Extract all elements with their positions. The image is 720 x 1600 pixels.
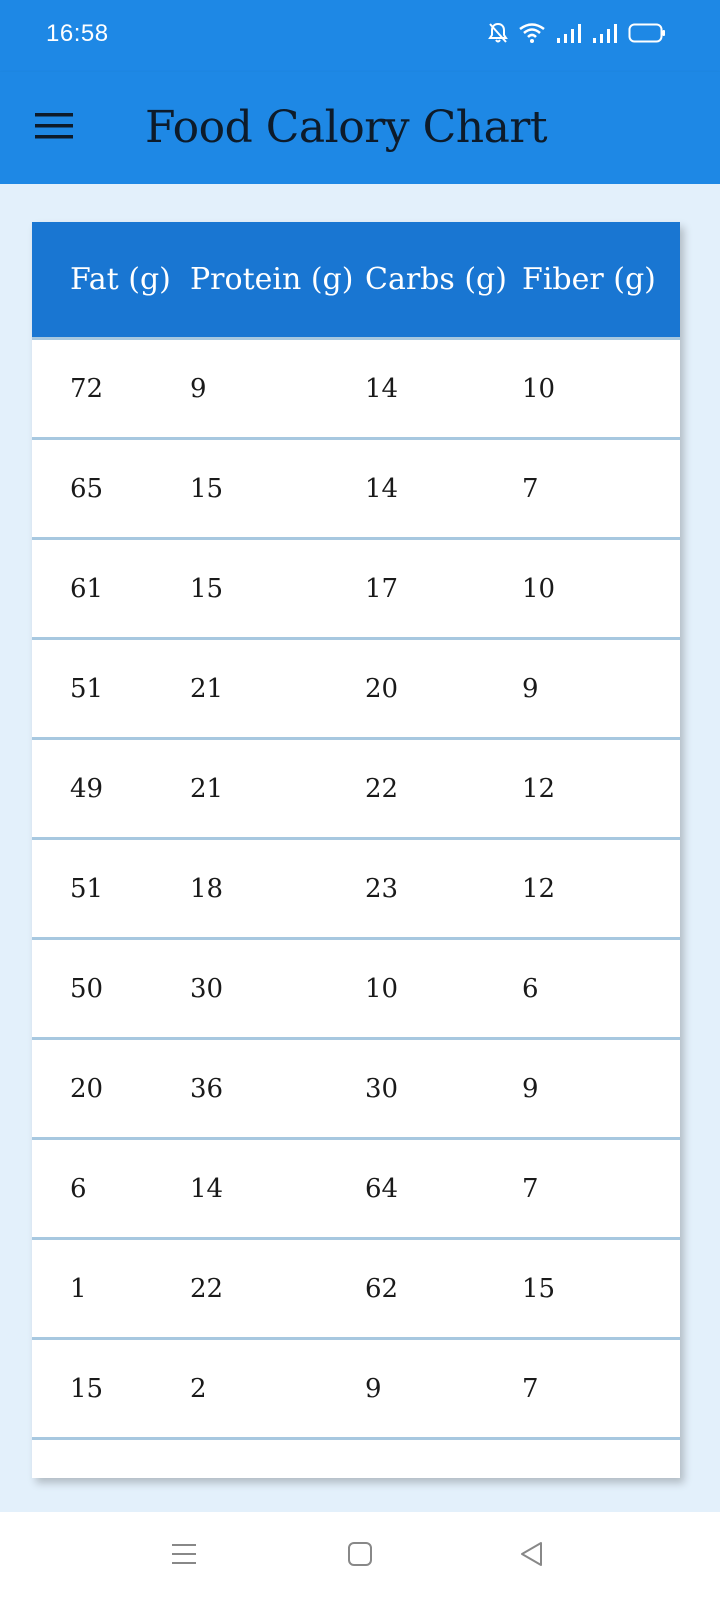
cell-carbs: 64 — [365, 1173, 399, 1204]
cell-protein: 15 — [190, 573, 224, 604]
cell-fiber: 7 — [522, 1373, 539, 1404]
table-row[interactable]: 51 21 20 9 — [32, 640, 680, 740]
cell-carbs: 20 — [365, 673, 399, 704]
cell-fiber: 9 — [522, 1073, 539, 1104]
cell-carbs: 23 — [365, 873, 399, 904]
table-header: Fat (g) Protein (g) Carbs (g) Fiber (g) — [32, 222, 680, 340]
cell-fiber: 9 — [522, 673, 539, 704]
column-header-carbs: Carbs (g) — [365, 262, 507, 297]
cell-protein: 14 — [190, 1173, 224, 1204]
table-row[interactable]: 65 15 14 7 — [32, 440, 680, 540]
cell-carbs: 9 — [365, 1373, 382, 1404]
cell-fat: 51 — [70, 673, 104, 704]
column-header-fiber: Fiber (g) — [522, 262, 656, 297]
signal-icon — [556, 22, 582, 44]
menu-button[interactable] — [26, 100, 82, 156]
table-row[interactable]: 20 36 30 9 — [32, 1040, 680, 1140]
cell-fat: 15 — [70, 1373, 104, 1404]
table-row[interactable]: 6 14 64 7 — [32, 1140, 680, 1240]
cell-fiber: 10 — [522, 573, 556, 604]
cell-protein: 2 — [190, 1373, 207, 1404]
cell-fiber: 10 — [522, 373, 556, 404]
wifi-icon — [518, 22, 546, 44]
table-row[interactable]: 51 18 23 12 — [32, 840, 680, 940]
content-area[interactable]: Fat (g) Protein (g) Carbs (g) Fiber (g) … — [0, 184, 720, 1512]
cell-carbs: 30 — [365, 1073, 399, 1104]
nav-home-icon — [347, 1541, 373, 1571]
cell-fat: 51 — [70, 873, 104, 904]
signal-icon-2 — [592, 22, 618, 44]
nav-back-icon — [519, 1541, 545, 1571]
bell-muted-icon — [488, 22, 508, 44]
nav-menu-icon — [171, 1541, 197, 1571]
table-row[interactable]: 50 30 10 6 — [32, 940, 680, 1040]
page-title: Food Calory Chart — [145, 102, 548, 153]
cell-protein: 9 — [190, 373, 207, 404]
battery-icon — [628, 22, 666, 44]
cell-fiber: 15 — [522, 1273, 556, 1304]
nutrition-table[interactable]: Fat (g) Protein (g) Carbs (g) Fiber (g) … — [32, 222, 680, 1478]
table-row[interactable]: 15 2 9 7 — [32, 1340, 680, 1440]
cell-carbs: 10 — [365, 973, 399, 1004]
column-header-fat: Fat (g) — [70, 262, 171, 297]
cell-fat: 72 — [70, 373, 104, 404]
hamburger-icon — [35, 112, 73, 144]
status-time: 16:58 — [46, 20, 109, 47]
column-header-protein: Protein (g) — [190, 262, 354, 297]
cell-fiber: 7 — [522, 473, 539, 504]
cell-protein: 21 — [190, 773, 224, 804]
table-row[interactable]: 61 15 17 10 — [32, 540, 680, 640]
nav-back-button[interactable] — [512, 1536, 552, 1576]
table-row[interactable] — [32, 1440, 680, 1478]
cell-carbs: 62 — [365, 1273, 399, 1304]
cell-fiber: 6 — [522, 973, 539, 1004]
cell-fat: 61 — [70, 573, 104, 604]
cell-protein: 21 — [190, 673, 224, 704]
table-row[interactable]: 72 9 14 10 — [32, 340, 680, 440]
cell-carbs: 14 — [365, 473, 399, 504]
cell-protein: 36 — [190, 1073, 224, 1104]
system-nav-bar — [0, 1512, 720, 1600]
nav-menu-button[interactable] — [164, 1536, 204, 1576]
cell-carbs: 22 — [365, 773, 399, 804]
cell-fat: 20 — [70, 1073, 104, 1104]
status-bar: 16:58 — [0, 0, 720, 72]
cell-protein: 15 — [190, 473, 224, 504]
nav-home-button[interactable] — [340, 1536, 380, 1576]
cell-protein: 30 — [190, 973, 224, 1004]
cell-protein: 22 — [190, 1273, 224, 1304]
table-body: 72 9 14 10 65 15 14 7 61 15 17 10 51 21 20 9 49 21 22 12 51 1… — [32, 340, 680, 1478]
cell-carbs: 14 — [365, 373, 399, 404]
cell-fat: 1 — [70, 1273, 87, 1304]
app-bar: Food Calory Chart — [0, 72, 720, 184]
cell-fat: 50 — [70, 973, 104, 1004]
cell-fiber: 12 — [522, 873, 556, 904]
status-icons — [488, 22, 666, 44]
cell-fiber: 7 — [522, 1173, 539, 1204]
cell-fat: 6 — [70, 1173, 87, 1204]
cell-fat: 49 — [70, 773, 104, 804]
cell-carbs: 17 — [365, 573, 399, 604]
cell-fat: 65 — [70, 473, 104, 504]
cell-protein: 18 — [190, 873, 224, 904]
cell-fiber: 12 — [522, 773, 556, 804]
table-row[interactable]: 1 22 62 15 — [32, 1240, 680, 1340]
table-row[interactable]: 49 21 22 12 — [32, 740, 680, 840]
